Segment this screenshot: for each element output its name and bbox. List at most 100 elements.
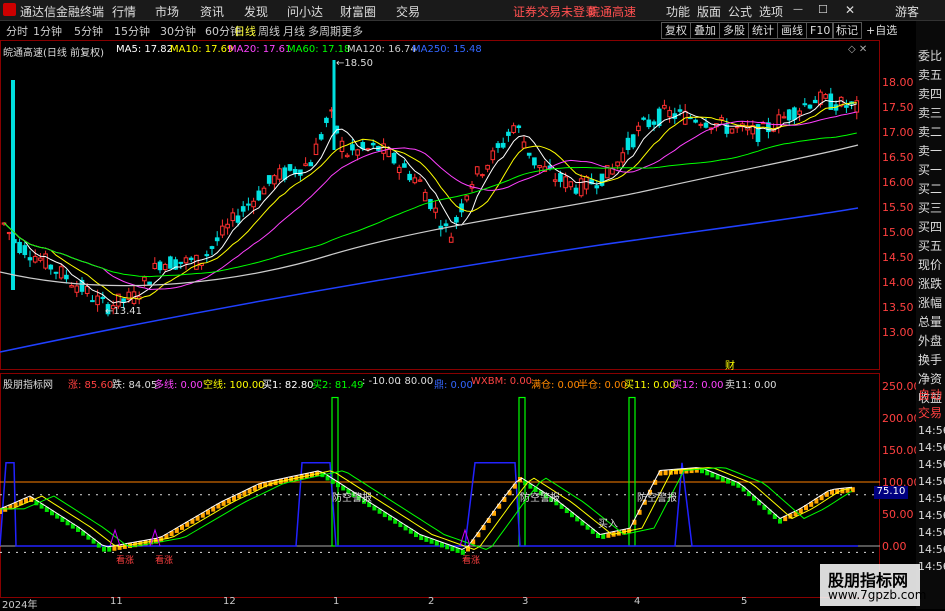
login-alert[interactable]: 证券交易未登录 (513, 3, 597, 20)
candle-body (162, 263, 168, 271)
candle-body (776, 114, 782, 128)
settings-icon[interactable]: ◇ ✕ (848, 44, 867, 55)
signal-bar (518, 396, 526, 547)
candle-body (459, 203, 464, 213)
button-draw[interactable]: 画线 (777, 22, 807, 39)
menu-formula[interactable]: 公式 (728, 3, 752, 20)
candle-body (599, 173, 605, 186)
guest-label[interactable]: 游客 (895, 3, 919, 20)
menu-quotes[interactable]: 行情 (112, 3, 136, 20)
candle-body (625, 137, 631, 151)
menu-news[interactable]: 资讯 (200, 3, 224, 20)
price-tick: 13.00 (882, 326, 914, 339)
candle-body (844, 105, 849, 108)
oscillator-bar (663, 470, 668, 476)
period-more[interactable]: 更多 (341, 23, 363, 39)
date-label: 2 (428, 596, 435, 607)
rp-label: 卖三 (918, 106, 943, 120)
period-monthly[interactable]: 月线 (283, 23, 305, 39)
auto-trade-label[interactable]: 自动 (918, 386, 942, 403)
candle-body (417, 179, 423, 182)
candlestick-chart[interactable] (0, 40, 880, 370)
candle-body (677, 109, 683, 112)
period-1min[interactable]: 1分钟 (33, 23, 62, 39)
menu-function[interactable]: 功能 (666, 3, 690, 20)
close-icon[interactable]: ✕ (845, 3, 855, 17)
candle-body (729, 128, 735, 134)
menu-ask[interactable]: 问小达 (287, 3, 323, 20)
price-tick: 14.50 (882, 251, 914, 264)
oscillator-bar (0, 509, 2, 514)
candle-body (428, 199, 433, 210)
indicator-name[interactable]: 股朋指标网 (3, 376, 53, 391)
rp-label: 买二 (918, 182, 943, 196)
candle-body (568, 181, 574, 188)
period-5min[interactable]: 5分钟 (74, 23, 103, 39)
button-multistock[interactable]: 多股 (719, 22, 749, 39)
candle-body (246, 203, 251, 206)
maximize-icon[interactable]: ☐ (818, 3, 828, 16)
blue-step-line (0, 462, 858, 547)
period-minute[interactable]: 分时 (6, 23, 28, 39)
candle-body (292, 168, 298, 175)
finance-marker[interactable]: 财 (725, 357, 735, 372)
button-stats[interactable]: 统计 (748, 22, 778, 39)
period-daily[interactable]: 日线 (234, 23, 256, 39)
candle-body (178, 261, 184, 264)
menu-wealth[interactable]: 财富圈 (340, 3, 376, 20)
trade-label[interactable]: 交易 (918, 404, 942, 421)
period-30min[interactable]: 30分钟 (160, 23, 196, 39)
candle-body (74, 285, 80, 293)
candle-body (318, 134, 324, 140)
time-tick: 14:56 (918, 526, 945, 539)
candle-body (350, 144, 355, 151)
period-weekly[interactable]: 周线 (258, 23, 280, 39)
candle-body (532, 157, 537, 166)
candle-body (157, 261, 163, 271)
candle-body (313, 143, 319, 156)
menu-options[interactable]: 选项 (759, 3, 783, 20)
ind-item: WXBM: 0.00 (471, 376, 533, 387)
ind-item: 空线: 100.00 (203, 380, 265, 391)
button-mark[interactable]: 标记 (832, 22, 862, 39)
menu-layout[interactable]: 版面 (697, 3, 721, 20)
time-tick: 14:56 (918, 441, 945, 454)
candle-body (194, 254, 199, 270)
ind-tick: 50.00 (882, 508, 914, 521)
candle-body (220, 225, 225, 236)
period-15min[interactable]: 15分钟 (114, 23, 150, 39)
menu-market[interactable]: 市场 (155, 3, 179, 20)
buy-label: 买入 (598, 519, 618, 530)
candle-body (511, 125, 516, 133)
ind-item: 多线: 0.00 (154, 380, 203, 391)
price-tick: 17.50 (882, 101, 914, 114)
menu-discover[interactable]: 发现 (244, 3, 268, 20)
button-f10[interactable]: F10 (806, 22, 835, 39)
candle-body (490, 150, 496, 161)
candle-body (168, 256, 173, 269)
menu-trade[interactable]: 交易 (396, 3, 420, 20)
candle-body (693, 119, 698, 123)
candle-body (225, 223, 230, 229)
price-tick: 15.00 (882, 226, 914, 239)
rp-label: 委比 (918, 49, 943, 63)
button-adjust[interactable]: 复权 (661, 22, 691, 39)
rp-label: 总量 (918, 315, 943, 329)
ma250-line (0, 207, 859, 353)
candle-body (147, 281, 152, 285)
minimize-icon[interactable]: — (793, 4, 803, 15)
rp-label: 净资 (918, 372, 943, 386)
legend-ma120: MA120: 16.74 (347, 44, 417, 55)
candle-body (370, 142, 376, 146)
candle-body (584, 176, 589, 190)
period-multi[interactable]: 多周期 (308, 23, 341, 39)
legend-ma250: MA250: 15.48 (412, 44, 482, 55)
button-overlay[interactable]: 叠加 (690, 22, 720, 39)
time-tick: 14:56 (918, 509, 945, 522)
ind-item: 卖11: 0.00 (725, 380, 777, 391)
candle-body (719, 117, 724, 121)
candle-body (563, 176, 568, 189)
button-add-watchlist[interactable]: +自选 (862, 22, 902, 39)
alert-label: 防空警报 (520, 493, 560, 504)
candle-body (615, 161, 620, 167)
